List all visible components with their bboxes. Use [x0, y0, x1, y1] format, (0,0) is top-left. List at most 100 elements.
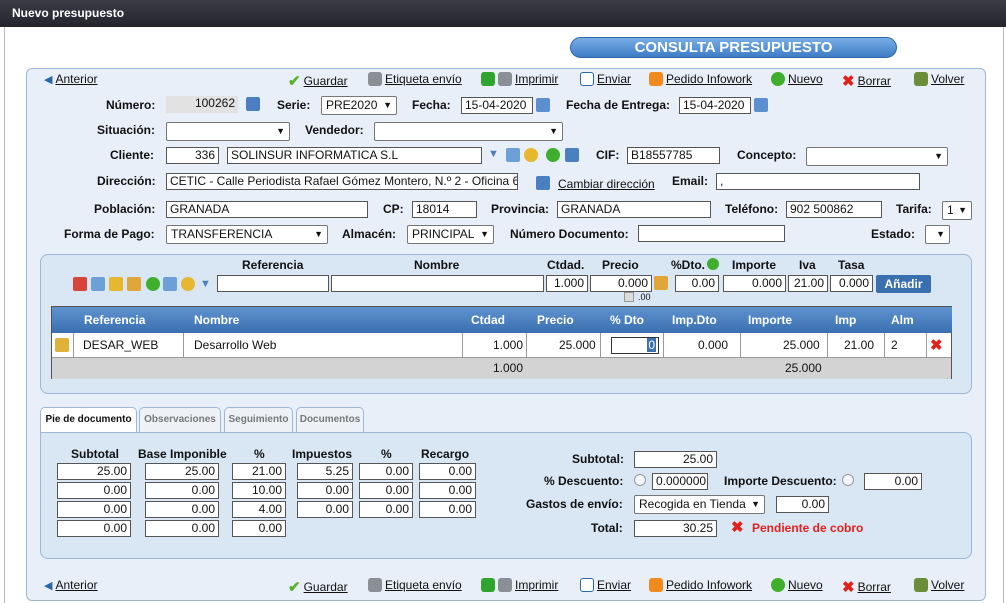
pie-pct-3[interactable]: 4.00	[232, 501, 286, 518]
plus-circle-icon[interactable]	[146, 277, 160, 291]
entry-ctdad-input[interactable]: 1.000	[546, 275, 588, 292]
importe-descuento-input[interactable]: 0.00	[864, 473, 922, 490]
entry-nombre-input[interactable]	[331, 275, 544, 292]
pedido-infowork-button[interactable]: Pedido Infowork	[649, 72, 752, 86]
pie-subtotal-3[interactable]: 0.00	[57, 501, 131, 518]
nuevo-button[interactable]: Nuevo	[771, 72, 823, 86]
cliente-nombre-input[interactable]: SOLINSUR INFORMATICA S.L	[227, 147, 482, 164]
imprimir-button[interactable]: Imprimir	[481, 578, 558, 592]
estado-select[interactable]	[925, 225, 950, 244]
price-tag-icon[interactable]	[654, 276, 668, 290]
entry-precio-input[interactable]: 0.000	[590, 275, 652, 292]
pie-subtotal-4[interactable]: 0.00	[57, 520, 131, 537]
pie-recargo-2[interactable]: 0.00	[419, 482, 476, 499]
concepto-select[interactable]	[806, 147, 948, 166]
situacion-select[interactable]	[166, 122, 290, 141]
descuento-input[interactable]: 0.000000	[652, 473, 708, 490]
pedido-infowork-button[interactable]: Pedido Infowork	[649, 578, 752, 592]
nuevo-button[interactable]: Nuevo	[771, 578, 823, 592]
cambiar-direccion-link[interactable]: Cambiar dirección	[558, 177, 655, 191]
copy-icon[interactable]	[91, 277, 105, 291]
document-copy-icon[interactable]	[246, 97, 260, 111]
pie-impuestos-3[interactable]: 0.00	[297, 501, 353, 518]
folder-edit-icon[interactable]	[55, 338, 69, 352]
anterior-button[interactable]: ◀ Anterior	[44, 578, 98, 592]
borrar-button[interactable]: ✖ Borrar	[842, 578, 891, 596]
cp-input[interactable]: 18014	[412, 201, 477, 218]
etiqueta-envio-button[interactable]: Etiqueta envío	[368, 578, 462, 592]
pie-base-2[interactable]: 0.00	[145, 482, 219, 499]
edit-icon[interactable]	[109, 277, 123, 291]
pie-impuestos-1[interactable]: 5.25	[297, 463, 353, 480]
importe-descuento-radio[interactable]	[842, 474, 854, 486]
precio-checkbox[interactable]	[624, 292, 634, 302]
delete-doc-icon[interactable]	[73, 277, 87, 291]
enviar-button[interactable]: Enviar	[580, 578, 631, 592]
telefono-input[interactable]: 902 500862	[786, 201, 882, 218]
boxes-icon[interactable]	[127, 277, 141, 291]
list-icon[interactable]	[163, 277, 177, 291]
tab-observaciones[interactable]: Observaciones	[139, 407, 221, 433]
pie-pct-4[interactable]: 0.00	[232, 520, 286, 537]
cif-input[interactable]: B18557785	[627, 147, 720, 164]
search-icon[interactable]	[181, 277, 195, 291]
enviar-button[interactable]: Enviar	[580, 72, 631, 86]
edit-icon[interactable]	[565, 148, 579, 162]
plus-circle-icon[interactable]	[546, 148, 560, 162]
pie-recargo-1[interactable]: 0.00	[419, 463, 476, 480]
subtotal-field[interactable]: 25.00	[634, 451, 717, 468]
row-dto-input[interactable]: 0	[611, 337, 659, 354]
poblacion-input[interactable]: GRANADA	[166, 201, 368, 218]
anterior-button[interactable]: ◀ Anterior	[44, 72, 98, 86]
chevron-down-icon[interactable]: ▼	[200, 278, 211, 290]
list-icon[interactable]	[506, 148, 520, 162]
search-icon[interactable]	[524, 148, 538, 162]
imprimir-button[interactable]: Imprimir	[481, 72, 558, 86]
direccion-input[interactable]: CETIC - Calle Periodista Rafael Gómez Mo…	[166, 173, 518, 190]
descuento-radio[interactable]	[634, 474, 646, 486]
pie-pct-1[interactable]: 21.00	[232, 463, 286, 480]
pie-pct2-2[interactable]: 0.00	[359, 482, 413, 499]
forma-pago-select[interactable]: TRANSFERENCIA	[166, 225, 328, 244]
almacen-select[interactable]: PRINCIPAL	[407, 225, 494, 244]
refresh-icon[interactable]	[707, 258, 719, 270]
gastos-envio-select[interactable]: Recogida en Tienda	[634, 495, 765, 514]
tab-pie-documento[interactable]: Pie de documento	[40, 407, 137, 434]
numero-documento-input[interactable]	[638, 225, 785, 242]
serie-select[interactable]: PRE2020	[321, 96, 397, 115]
pie-pct-2[interactable]: 10.00	[232, 482, 286, 499]
tab-seguimiento[interactable]: Seguimiento	[224, 407, 293, 433]
entry-iva-input[interactable]: 21.00	[788, 275, 828, 292]
fecha-entrega-input[interactable]: 15-04-2020	[679, 97, 751, 114]
calendar-icon[interactable]	[754, 98, 768, 112]
email-input[interactable]: ,	[716, 173, 920, 190]
pie-base-4[interactable]: 0.00	[145, 520, 219, 537]
entry-referencia-input[interactable]	[217, 275, 329, 292]
borrar-button[interactable]: ✖ Borrar	[842, 72, 891, 90]
fecha-input[interactable]: 15-04-2020	[461, 97, 533, 114]
tarifa-select[interactable]: 1	[942, 201, 972, 220]
pie-impuestos-2[interactable]: 0.00	[297, 482, 353, 499]
guardar-button[interactable]: ✔ Guardar	[288, 72, 348, 90]
calendar-icon[interactable]	[536, 98, 550, 112]
pie-base-3[interactable]: 0.00	[145, 501, 219, 518]
guardar-button[interactable]: ✔ Guardar	[288, 578, 348, 596]
entry-tasa-input[interactable]: 0.000	[830, 275, 873, 292]
volver-button[interactable]: Volver	[914, 72, 964, 86]
pie-subtotal-2[interactable]: 0.00	[57, 482, 131, 499]
entry-dto-input[interactable]: 0.00	[675, 275, 719, 292]
pie-pct2-3[interactable]: 0.00	[359, 501, 413, 518]
pie-recargo-3[interactable]: 0.00	[419, 501, 476, 518]
volver-button[interactable]: Volver	[914, 578, 964, 592]
address-card-icon[interactable]	[536, 176, 550, 190]
entry-importe-input[interactable]: 0.000	[723, 275, 786, 292]
chevron-down-icon[interactable]: ▼	[488, 148, 499, 160]
vendedor-select[interactable]	[374, 122, 563, 141]
tab-documentos[interactable]: Documentos	[296, 407, 364, 433]
pie-pct2-1[interactable]: 0.00	[359, 463, 413, 480]
provincia-input[interactable]: GRANADA	[557, 201, 711, 218]
cliente-codigo-input[interactable]: 336	[166, 147, 219, 164]
pie-subtotal-1[interactable]: 25.00	[57, 463, 131, 480]
anadir-button[interactable]: Añadir	[876, 275, 931, 293]
gastos-envio-input[interactable]: 0.00	[776, 496, 829, 513]
